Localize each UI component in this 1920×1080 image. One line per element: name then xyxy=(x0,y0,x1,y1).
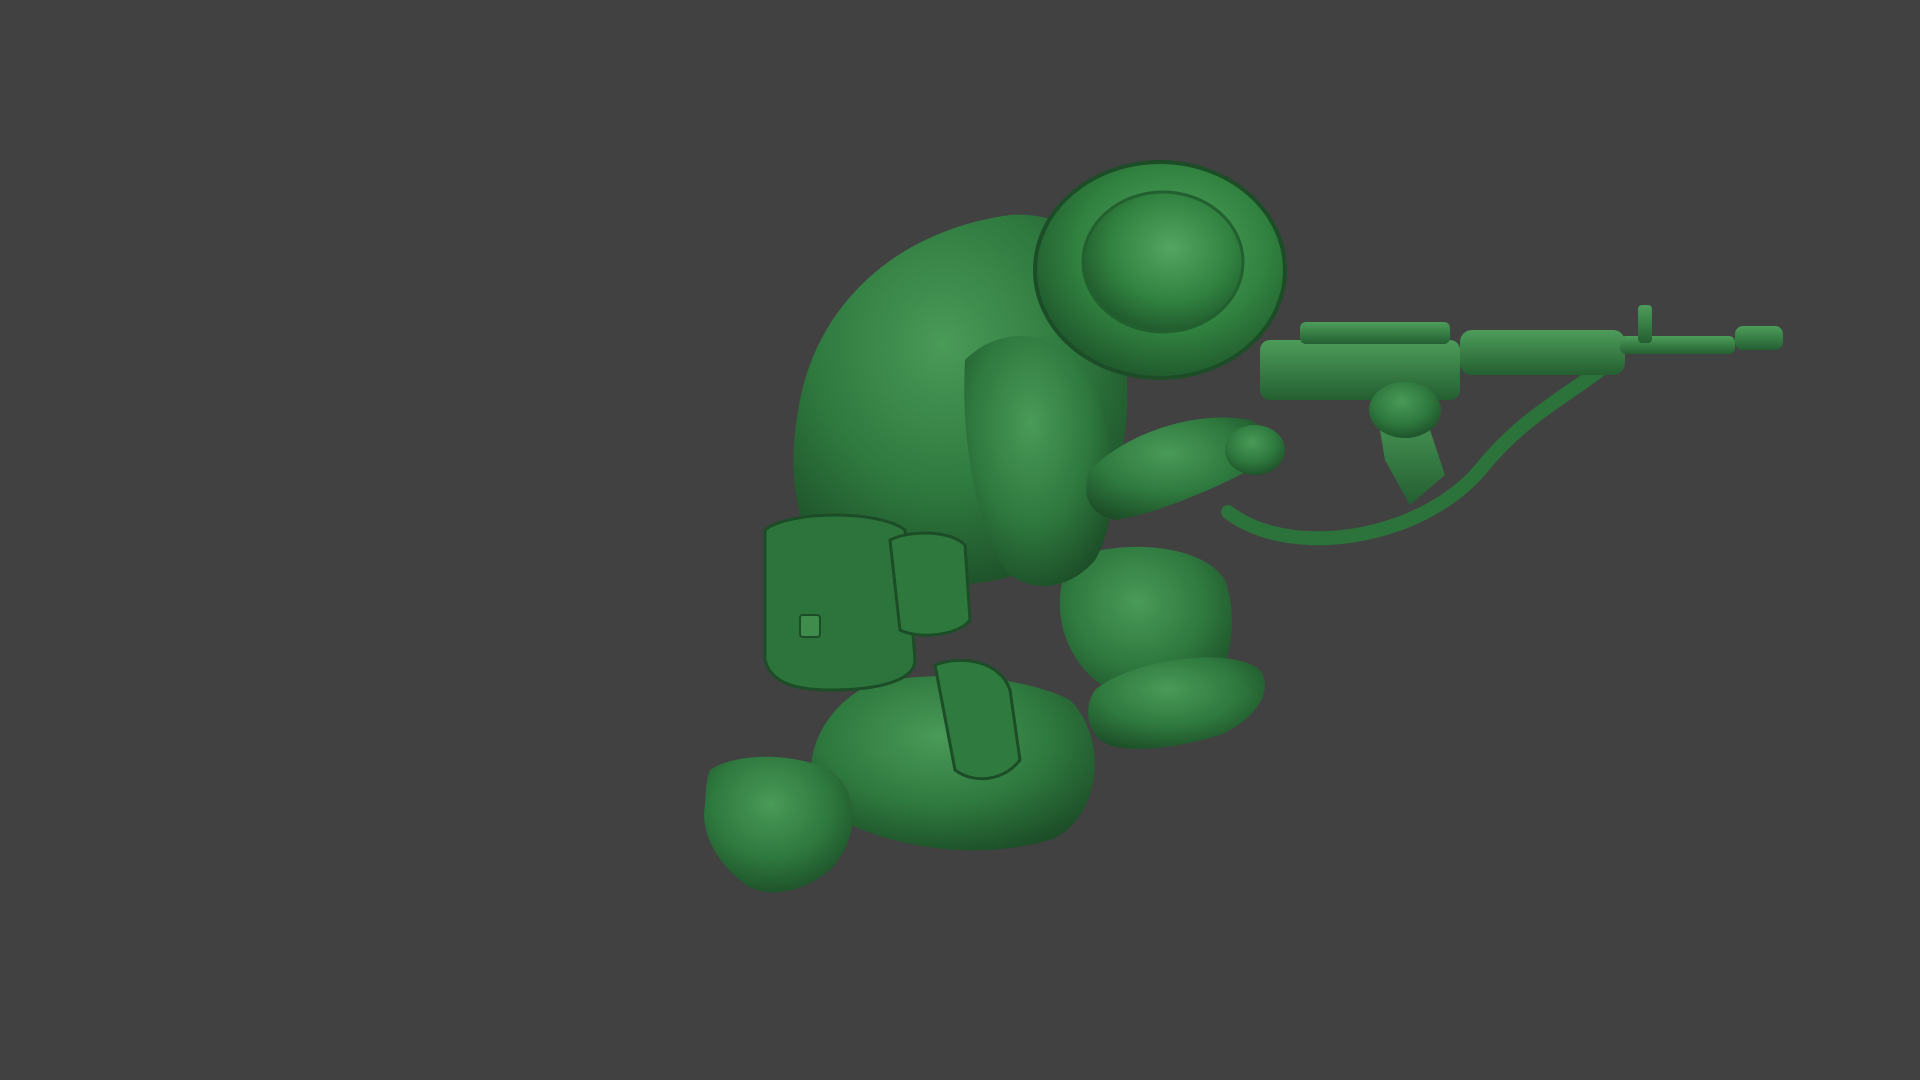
boonie-hat-crown xyxy=(1081,190,1245,334)
render-viewport xyxy=(0,0,1920,1080)
rifle-barrel xyxy=(1620,336,1735,354)
side-pouch xyxy=(888,531,972,637)
pouch-buckle xyxy=(799,614,821,638)
right-hand xyxy=(1225,425,1285,475)
left-hand xyxy=(1369,382,1441,438)
rifle-carry-handle xyxy=(1300,322,1450,344)
rifle-front-sight xyxy=(1638,305,1652,343)
rifle-handguard xyxy=(1460,330,1625,375)
scene-canvas xyxy=(0,0,1920,1080)
rifle-muzzle xyxy=(1735,326,1783,350)
